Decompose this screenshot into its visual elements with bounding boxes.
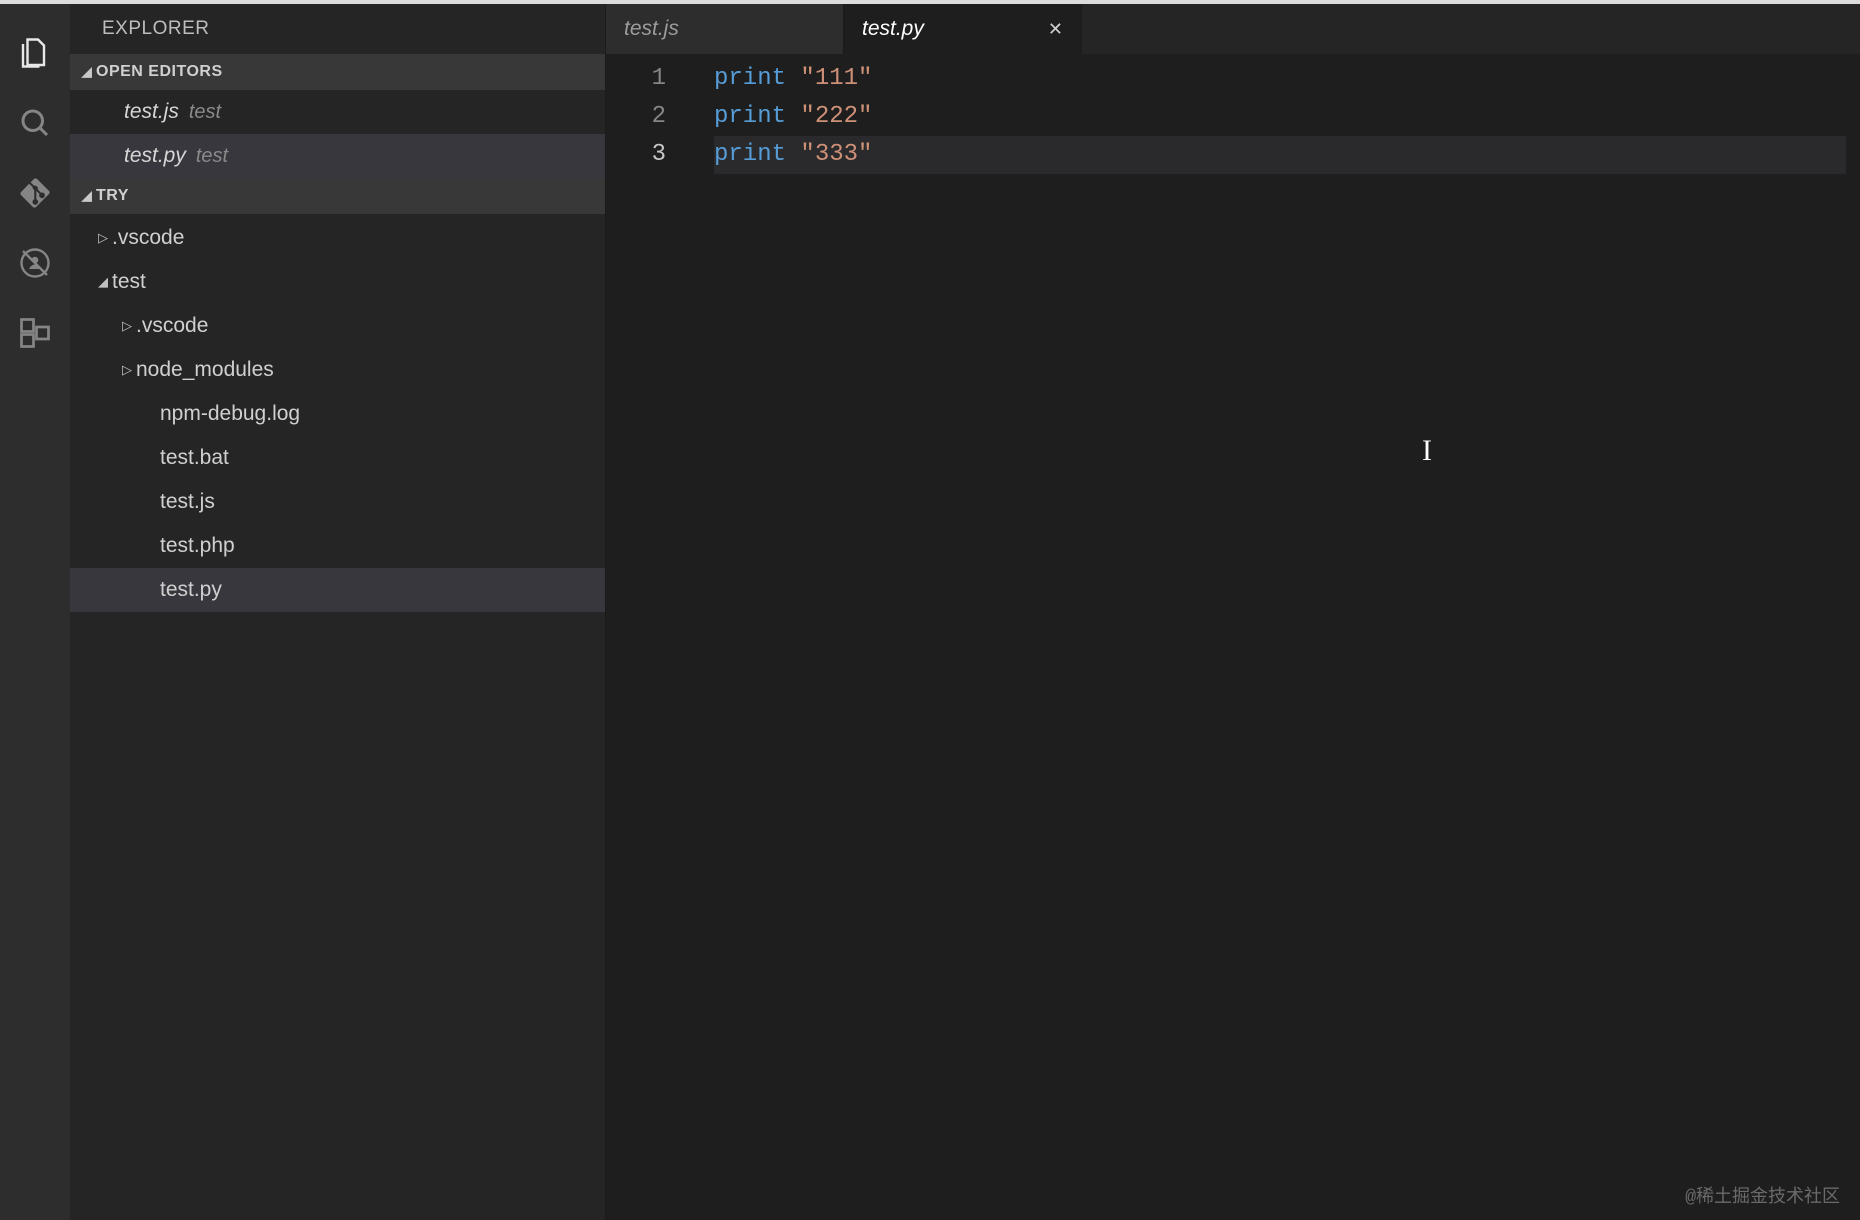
code-line[interactable]: print "222" xyxy=(714,98,1846,136)
open-editor-filename: test.js xyxy=(124,100,179,124)
tree-label: test.py xyxy=(160,578,222,602)
token-keyword: print xyxy=(714,141,786,168)
close-icon[interactable]: ✕ xyxy=(1048,19,1063,40)
tree-file[interactable]: npm-debug.log xyxy=(70,392,605,436)
sidebar-title: EXPLORER xyxy=(70,4,605,54)
workspace-label: TRY xyxy=(96,187,129,205)
chevron-down-icon: ◢ xyxy=(94,274,112,290)
open-editor-item[interactable]: test.py test xyxy=(70,134,605,178)
tree-file[interactable]: test.py xyxy=(70,568,605,612)
tab-testjs[interactable]: test.js ✕ xyxy=(606,4,844,54)
activity-debug-icon[interactable] xyxy=(0,228,70,298)
activity-bar xyxy=(0,4,70,1220)
token-string: "222" xyxy=(800,103,872,130)
watermark: @稀土掘金技术社区 xyxy=(1685,1182,1840,1208)
tree-label: .vscode xyxy=(136,314,208,338)
line-gutter: 1 2 3 xyxy=(606,54,692,1220)
editor-area: test.js ✕ test.py ✕ 1 2 3 print "111" pr… xyxy=(606,4,1860,1220)
tab-bar: test.js ✕ test.py ✕ xyxy=(606,4,1860,54)
chevron-down-icon: ◢ xyxy=(78,188,96,204)
workspace-header[interactable]: ◢ TRY xyxy=(70,178,605,214)
file-tree: ▷ .vscode ◢ test ▷ .vscode ▷ node_module… xyxy=(70,214,605,612)
line-number: 1 xyxy=(606,60,692,98)
code-line[interactable]: print "333" xyxy=(714,136,1846,174)
tree-file[interactable]: test.php xyxy=(70,524,605,568)
open-editor-dir: test xyxy=(189,101,221,124)
tree-folder[interactable]: ▷ .vscode xyxy=(70,304,605,348)
token-keyword: print xyxy=(714,65,786,92)
code-content[interactable]: print "111" print "222" print "333" I xyxy=(692,54,1846,1220)
open-editors-header[interactable]: ◢ OPEN EDITORS xyxy=(70,54,605,90)
open-editor-dir: test xyxy=(196,145,228,168)
code-line[interactable]: print "111" xyxy=(714,60,1846,98)
tree-label: node_modules xyxy=(136,358,274,382)
activity-extensions-icon[interactable] xyxy=(0,298,70,368)
chevron-down-icon: ◢ xyxy=(78,64,96,80)
tree-file[interactable]: test.bat xyxy=(70,436,605,480)
open-editor-item[interactable]: test.js test xyxy=(70,90,605,134)
token-string: "333" xyxy=(800,141,872,168)
open-editors-label: OPEN EDITORS xyxy=(96,63,223,81)
tree-file[interactable]: test.js xyxy=(70,480,605,524)
tree-folder[interactable]: ▷ node_modules xyxy=(70,348,605,392)
tree-label: test.php xyxy=(160,534,235,558)
tree-label: test.js xyxy=(160,490,215,514)
chevron-right-icon: ▷ xyxy=(118,362,136,378)
line-number: 2 xyxy=(606,98,692,136)
tab-label: test.py xyxy=(862,17,924,41)
activity-git-icon[interactable] xyxy=(0,158,70,228)
tree-label: test.bat xyxy=(160,446,229,470)
tab-label: test.js xyxy=(624,17,679,41)
minimap[interactable] xyxy=(1846,54,1860,1220)
open-editor-filename: test.py xyxy=(124,144,186,168)
line-number: 3 xyxy=(606,136,692,174)
tree-folder[interactable]: ▷ .vscode xyxy=(70,216,605,260)
tree-label: test xyxy=(112,270,146,294)
token-string: "111" xyxy=(800,65,872,92)
token-keyword: print xyxy=(714,103,786,130)
chevron-right-icon: ▷ xyxy=(94,230,112,246)
code-editor[interactable]: 1 2 3 print "111" print "222" print "333… xyxy=(606,54,1860,1220)
chevron-right-icon: ▷ xyxy=(118,318,136,334)
explorer-sidebar: EXPLORER ◢ OPEN EDITORS test.js test tes… xyxy=(70,4,606,1220)
tab-testpy[interactable]: test.py ✕ xyxy=(844,4,1082,54)
tree-label: .vscode xyxy=(112,226,184,250)
tree-folder[interactable]: ◢ test xyxy=(70,260,605,304)
tree-label: npm-debug.log xyxy=(160,402,300,426)
activity-search-icon[interactable] xyxy=(0,88,70,158)
text-cursor-icon: I xyxy=(1422,434,1432,468)
activity-files-icon[interactable] xyxy=(0,18,70,88)
